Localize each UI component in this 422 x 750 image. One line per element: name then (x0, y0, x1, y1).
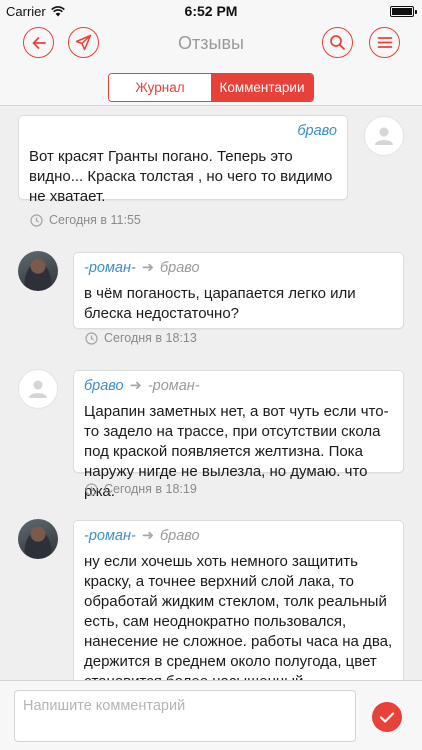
comment-author[interactable]: -роман- (84, 260, 136, 276)
comment-timestamp: Сегодня в 18:19 (85, 482, 197, 496)
comment-text: ну если хочешь хоть немного защитить кра… (84, 553, 393, 680)
clock-icon (85, 331, 98, 345)
comment-author[interactable]: -роман- (84, 528, 136, 544)
comments-feed[interactable]: браво Вот красят Гранты погано. Теперь э… (0, 107, 422, 680)
timestamp-label: Сегодня в 18:13 (104, 331, 197, 345)
timestamp-label: Сегодня в 11:55 (49, 213, 141, 227)
view-switcher: Журнал Комментарии (108, 73, 314, 102)
comment-header: -роман- ➜ браво (84, 260, 393, 278)
avatar[interactable] (18, 251, 58, 291)
comment-card: -роман- ➜ браво ну если хочешь хоть немн… (73, 520, 404, 680)
comment-card: -роман- ➜ браво в чём поганость, царапае… (73, 252, 404, 329)
comment-header: браво (29, 123, 337, 141)
checkmark-icon (379, 711, 395, 723)
search-icon (330, 35, 345, 50)
page-title: Отзывы (178, 33, 244, 53)
clock: 6:52 PM (184, 3, 238, 19)
navigation-bar: Отзывы Журнал Комментарии (0, 22, 422, 106)
timestamp-label: Сегодня в 18:19 (104, 482, 197, 496)
comment-composer (0, 680, 422, 750)
comment-author[interactable]: браво (84, 378, 124, 394)
comment-card: браво Вот красят Гранты погано. Теперь э… (18, 115, 348, 205)
user-placeholder-icon (375, 127, 393, 145)
comment-text: Вот красят Гранты погано. Теперь это вид… (29, 148, 333, 205)
tab-journal[interactable]: Журнал (109, 74, 211, 101)
comment-header: браво ➜ -роман- (84, 378, 393, 396)
reply-arrow-icon: ➜ (141, 528, 154, 544)
comment-recipient[interactable]: браво (160, 528, 200, 544)
reply-arrow-icon: ➜ (129, 378, 142, 394)
avatar[interactable] (364, 116, 404, 156)
search-button[interactable] (322, 27, 353, 58)
avatar[interactable] (18, 519, 58, 559)
comment-timestamp: Сегодня в 11:55 (30, 213, 141, 227)
avatar[interactable] (18, 369, 58, 409)
user-placeholder-icon (29, 380, 47, 398)
battery-icon (390, 6, 417, 17)
menu-button[interactable] (369, 27, 400, 58)
clock-icon (85, 482, 98, 496)
reply-arrow-icon: ➜ (141, 260, 154, 276)
comment-author[interactable]: браво (297, 123, 337, 139)
submit-comment-button[interactable] (372, 702, 402, 732)
comment-header: -роман- ➜ браво (84, 528, 393, 546)
comment-input[interactable] (14, 690, 356, 742)
clock-icon (30, 213, 43, 227)
comment-timestamp: Сегодня в 18:13 (85, 331, 197, 345)
comment-recipient[interactable]: браво (160, 260, 200, 276)
comment-text: в чём поганость, царапается легко или бл… (84, 285, 356, 322)
tab-comments[interactable]: Комментарии (211, 74, 313, 101)
comment-card: браво ➜ -роман- Царапин заметных нет, а … (73, 370, 404, 500)
status-bar: Carrier 6:52 PM (0, 0, 422, 22)
comment-recipient[interactable]: -роман- (148, 378, 200, 394)
menu-icon (377, 37, 392, 48)
